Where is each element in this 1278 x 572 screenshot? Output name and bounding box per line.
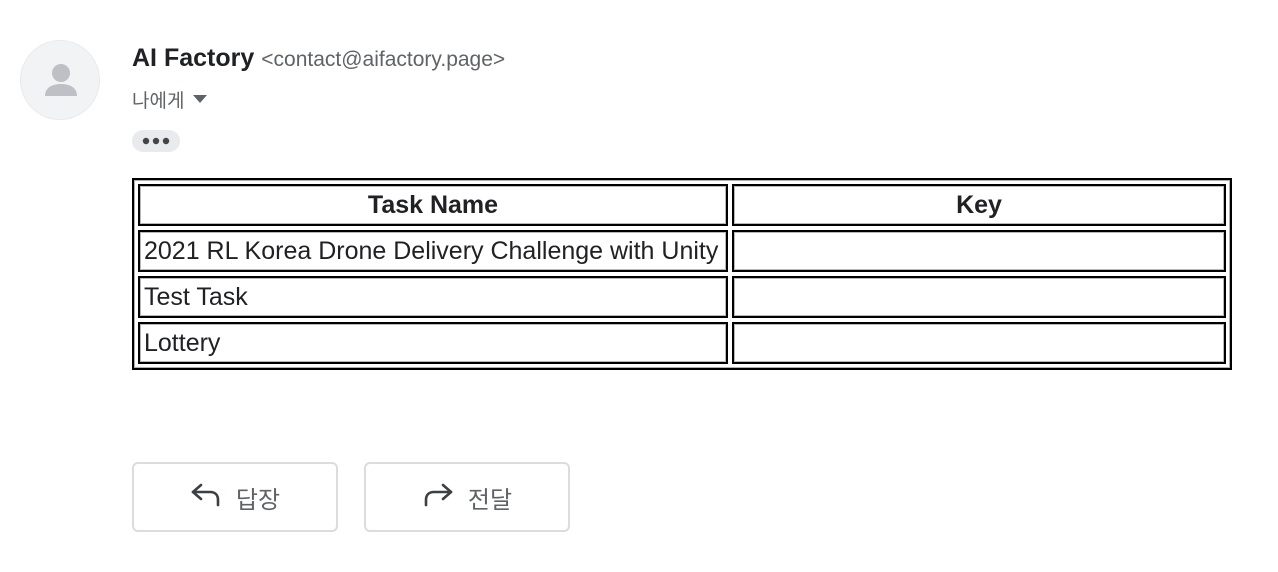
key-cell — [732, 322, 1226, 364]
ellipsis-icon — [142, 137, 170, 145]
reply-button[interactable]: 답장 — [132, 462, 338, 532]
sender-avatar[interactable] — [20, 40, 100, 120]
table-row: Test Task — [138, 276, 1226, 318]
key-cell — [732, 230, 1226, 272]
caret-down-icon — [192, 91, 208, 109]
sender-name: AI Factory — [132, 44, 255, 72]
table-row: Lottery — [138, 322, 1226, 364]
person-icon — [45, 64, 77, 96]
reply-button-label: 답장 — [235, 485, 281, 514]
recipient-label: 나에게 — [132, 90, 185, 112]
key-cell — [732, 276, 1226, 318]
table-header-row: Task Name Key — [138, 184, 1226, 226]
table-row: 2021 RL Korea Drone Delivery Challenge w… — [138, 230, 1226, 272]
sender-email: <contact@aifactory.page> — [261, 48, 506, 71]
task-name-cell: Lottery — [138, 322, 728, 364]
task-name-cell: Test Task — [138, 276, 728, 318]
reply-icon — [190, 482, 222, 513]
task-name-cell: 2021 RL Korea Drone Delivery Challenge w… — [138, 230, 728, 272]
task-key-table: Task Name Key 2021 RL Korea Drone Delive… — [132, 178, 1232, 370]
column-header-key: Key — [732, 184, 1226, 226]
sender-line: AI Factory <contact@aifactory.page> — [132, 44, 505, 78]
email-message-view: AI Factory <contact@aifactory.page> 나에게 … — [0, 0, 1278, 572]
column-header-task-name: Task Name — [138, 184, 728, 226]
forward-button[interactable]: 전달 — [364, 462, 570, 532]
recipient-details-toggle[interactable]: 나에게 — [132, 86, 208, 113]
forward-button-label: 전달 — [467, 485, 513, 514]
forward-icon — [422, 482, 454, 513]
show-trimmed-content-button[interactable] — [132, 130, 180, 152]
